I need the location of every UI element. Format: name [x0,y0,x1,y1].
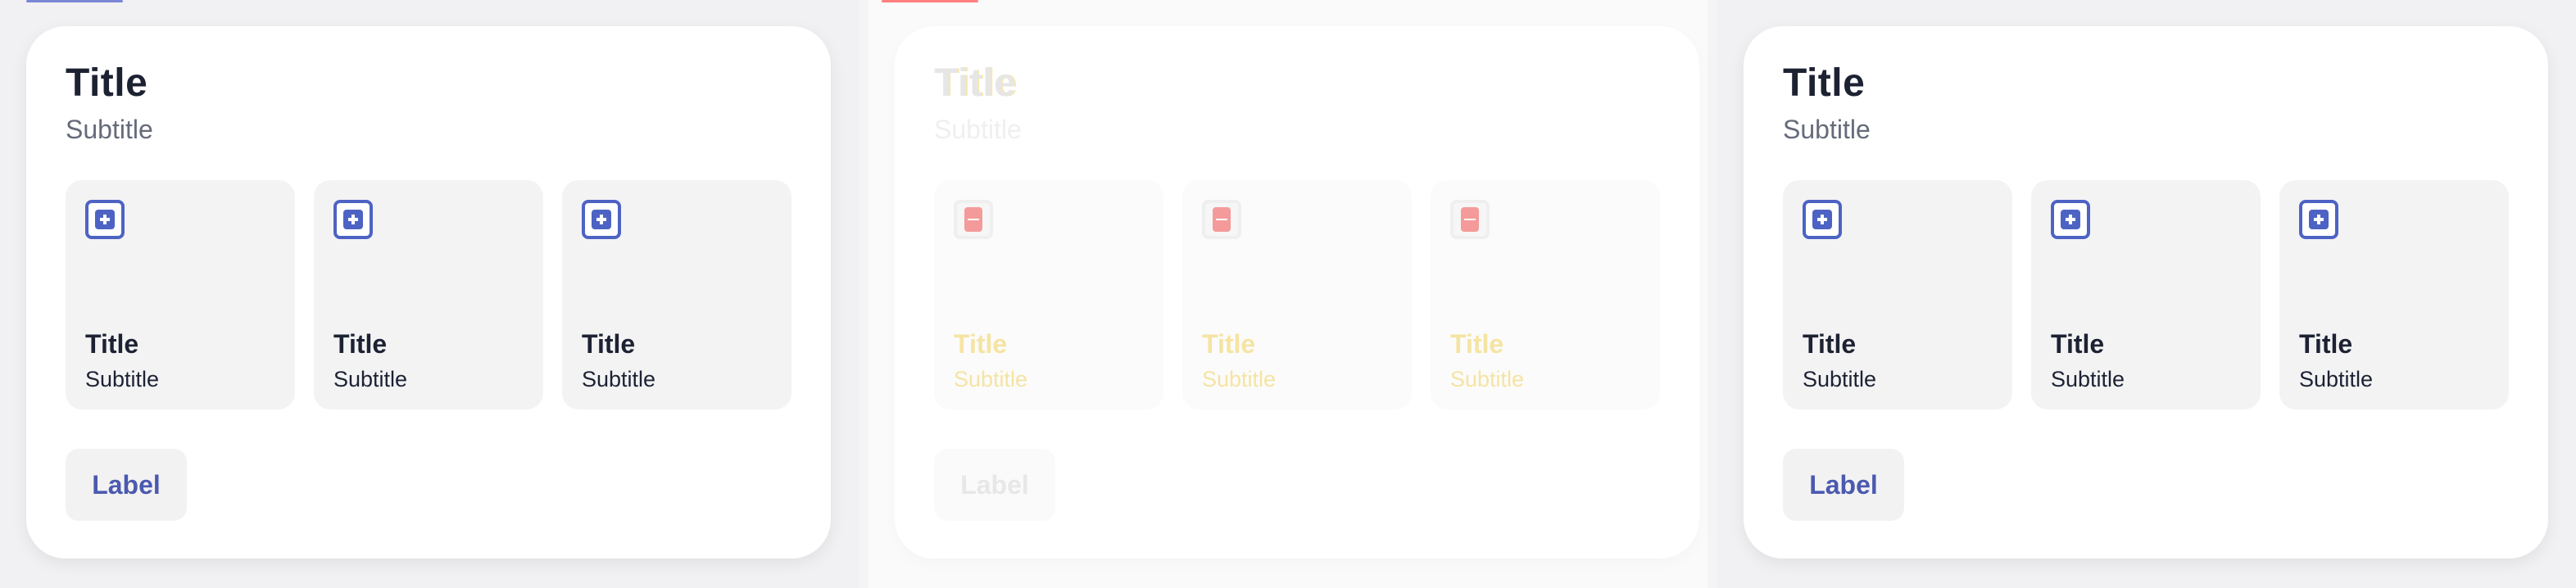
card-title: Title [934,61,1017,105]
tile-3[interactable]: Title Subtitle [562,180,791,409]
tile-subtitle: Subtitle [582,367,656,391]
card: Title Subtitle Title Subtitle Title Subt… [1744,26,2548,559]
tile-subtitle: Subtitle [85,367,160,391]
tile-2[interactable]: Title Subtitle [1182,180,1412,409]
preview-panel-1: Title Subtitle Title Subtitle Title Subt… [0,0,859,588]
tile-title: Title [333,329,388,359]
add-box-icon [2051,200,2090,239]
tile-title: Title [2299,329,2353,359]
add-box-icon [1803,200,1842,239]
tile-subtitle: Subtitle [2051,367,2125,391]
document-icon [1202,200,1241,239]
label-button[interactable]: Label [934,449,1055,521]
tile-title: Title [85,329,139,359]
document-icon [1450,200,1490,239]
card: Title Subtitle Title Subtitle Title Subt… [26,26,831,559]
tile-subtitle: Subtitle [1450,367,1525,391]
tile-1[interactable]: Title Subtitle [66,180,295,409]
card-subtitle: Subtitle [1783,115,1871,144]
card-title: Title [1783,61,1866,105]
tile-1[interactable]: Title Subtitle [934,180,1163,409]
tile-title: Title [1450,329,1504,359]
tile-title: Title [1803,329,1857,359]
label-button[interactable]: Label [66,449,187,521]
tile-2[interactable]: Title Subtitle [314,180,543,409]
card-title: Title [66,61,148,105]
preview-panel-3: Title Subtitle Title Subtitle Title Subt… [1717,0,2576,588]
add-box-icon [582,200,621,239]
tile-grid: Title Subtitle Title Subtitle Title Subt… [1783,180,2509,409]
tile-1[interactable]: Title Subtitle [1783,180,2012,409]
tile-2[interactable]: Title Subtitle [2031,180,2261,409]
tile-subtitle: Subtitle [954,367,1028,391]
label-button[interactable]: Label [1783,449,1904,521]
tile-3[interactable]: Title Subtitle [1431,180,1660,409]
add-box-icon [85,200,125,239]
document-icon [954,200,993,239]
tile-subtitle: Subtitle [1202,367,1277,391]
tile-grid: Title Subtitle Title Subtitle Title Subt… [66,180,791,409]
tile-title: Title [954,329,1008,359]
tile-title: Title [2051,329,2105,359]
card-subtitle: Subtitle [66,115,153,144]
tile-subtitle: Subtitle [333,367,408,391]
preview-panel-2: Title Subtitle Title Subtitle Title Subt… [868,0,1708,588]
tile-grid: Title Subtitle Title Subtitle Title Subt… [934,180,1660,409]
accent-line [882,0,978,2]
add-box-icon [2299,200,2338,239]
card: Title Subtitle Title Subtitle Title Subt… [895,26,1699,559]
add-box-icon [333,200,373,239]
tile-title: Title [1202,329,1256,359]
card-subtitle: Subtitle [934,115,1022,144]
tile-subtitle: Subtitle [1803,367,1877,391]
tile-3[interactable]: Title Subtitle [2279,180,2509,409]
accent-line [26,0,123,2]
tile-title: Title [582,329,636,359]
tile-subtitle: Subtitle [2299,367,2374,391]
